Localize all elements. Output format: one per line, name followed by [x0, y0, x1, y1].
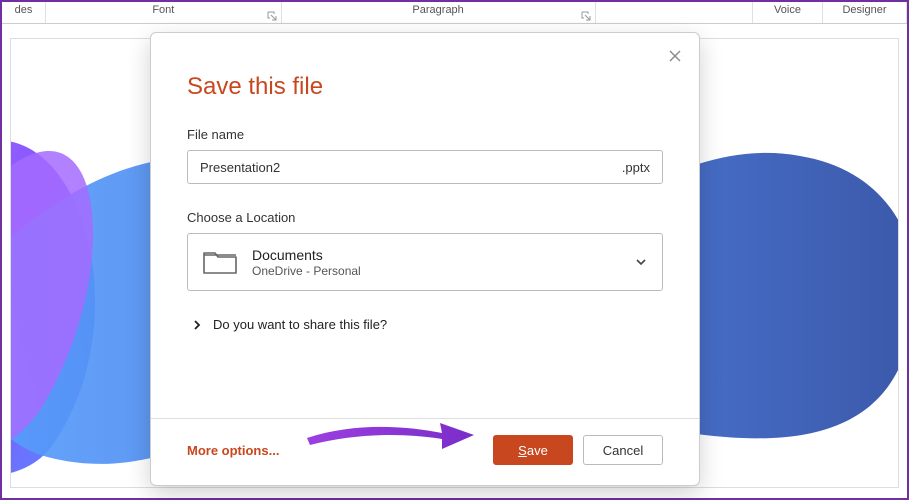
share-question-label: Do you want to share this file? — [213, 317, 387, 332]
close-icon — [668, 47, 682, 68]
file-name-input[interactable] — [200, 160, 622, 175]
folder-icon — [202, 247, 238, 277]
file-extension: .pptx — [622, 160, 650, 175]
file-name-label: File name — [187, 127, 663, 142]
dialog-title: Save this file — [187, 73, 663, 101]
save-accelerator: S — [518, 443, 527, 458]
more-options-link[interactable]: More options... — [187, 443, 279, 458]
chevron-down-icon — [634, 255, 648, 269]
cancel-button[interactable]: Cancel — [583, 435, 663, 465]
dialog-footer: More options... Save Cancel — [151, 418, 699, 485]
location-label: Choose a Location — [187, 210, 663, 225]
chevron-right-icon — [191, 319, 203, 331]
location-path: OneDrive - Personal — [252, 264, 634, 278]
location-name: Documents — [252, 247, 634, 263]
share-expander[interactable]: Do you want to share this file? — [191, 317, 663, 332]
dialog-backdrop: Save this file File name .pptx Choose a … — [2, 2, 907, 498]
close-button[interactable] — [661, 43, 689, 71]
save-button[interactable]: Save — [493, 435, 573, 465]
save-file-dialog: Save this file File name .pptx Choose a … — [150, 32, 700, 486]
location-dropdown[interactable]: Documents OneDrive - Personal — [187, 233, 663, 291]
save-label-rest: ave — [527, 443, 548, 458]
file-name-row[interactable]: .pptx — [187, 150, 663, 184]
